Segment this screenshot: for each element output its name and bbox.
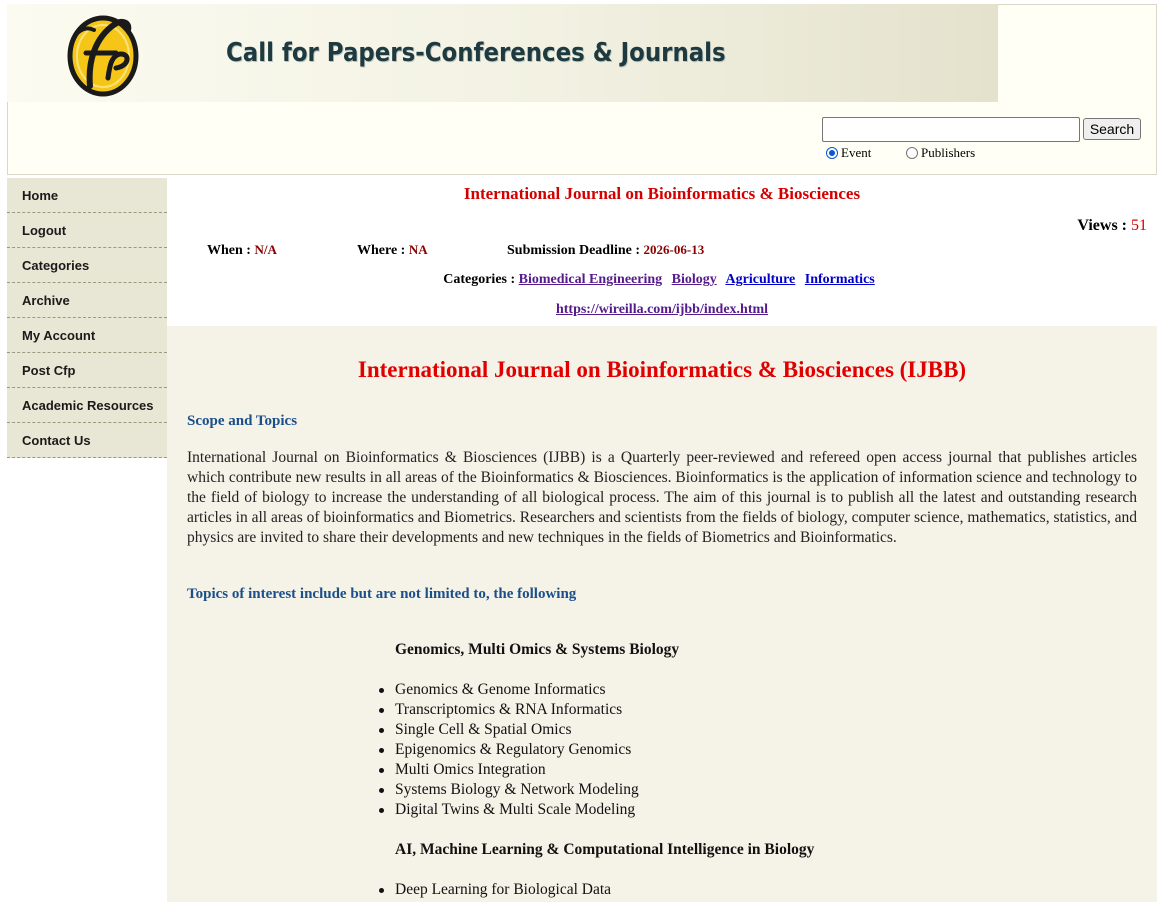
cfp-logo-icon[interactable] (60, 8, 146, 98)
radio-publishers-label: Publishers (921, 145, 976, 160)
views-count: 51 (1131, 217, 1147, 234)
where-label: Where : (357, 243, 406, 258)
search-input[interactable] (822, 117, 1080, 142)
scope-heading: Scope and Topics (187, 413, 298, 429)
topic-group-heading: Genomics, Multi Omics & Systems Biology (395, 641, 680, 658)
topic-group-heading: AI, Machine Learning & Computational Int… (395, 841, 815, 858)
deadline-label: Submission Deadline : (507, 243, 641, 258)
radio-event-label: Event (841, 145, 872, 160)
categories-label: Categories : (443, 272, 516, 287)
list-item: Systems Biology & Network Modeling (379, 781, 639, 798)
sidebar-item-my-account[interactable]: My Account (7, 318, 167, 353)
list-item: Multi Omics Integration (379, 760, 639, 780)
list-item: Genomics & Genome Informatics (379, 680, 639, 700)
sidebar-item-categories[interactable]: Categories (7, 248, 167, 283)
event-title: International Journal on Bioinformatics … (463, 184, 861, 203)
sidebar-item-academic-resources[interactable]: Academic Resources (7, 388, 167, 423)
event-description-panel (167, 326, 1157, 902)
topic-list: Genomics & Genome Informatics Transcript… (379, 680, 639, 820)
list-item: Epigenomics & Regulatory Genomics (379, 740, 639, 760)
category-link-biology[interactable]: Biology (672, 272, 717, 287)
sidebar-item-archive[interactable]: Archive (7, 283, 167, 318)
event-url-row: https://wireilla.com/ijbb/index.html (167, 302, 1157, 318)
event-where: Where : NA (357, 242, 428, 259)
sidebar-nav: Home Logout Categories Archive My Accoun… (7, 178, 167, 458)
sidebar-item-post-cfp[interactable]: Post Cfp (7, 353, 167, 388)
scope-paragraph: International Journal on Bioinformatics … (187, 449, 1137, 546)
views-counter: Views : 51 (1077, 217, 1147, 235)
category-link-agriculture[interactable]: Agriculture (726, 272, 796, 287)
category-link-informatics[interactable]: Informatics (805, 272, 875, 287)
list-item: Single Cell & Spatial Omics (379, 720, 639, 740)
when-value: N/A (254, 242, 277, 257)
list-item: Deep Learning for Biological Data (378, 881, 612, 898)
list-item: Digital Twins & Multi Scale Modeling (379, 800, 639, 820)
event-deadline: Submission Deadline : 2026-06-13 (507, 242, 704, 259)
topics-heading: Topics of interest include but are not l… (187, 586, 577, 602)
radio-publishers-indicator[interactable] (906, 147, 918, 159)
radio-event[interactable]: Event (826, 145, 871, 161)
sidebar-item-contact-us[interactable]: Contact Us (7, 423, 167, 458)
event-url-link[interactable]: https://wireilla.com/ijbb/index.html (556, 302, 768, 317)
radio-event-indicator[interactable] (826, 147, 838, 159)
event-categories: Categories : Biomedical Engineering Biol… (167, 272, 1157, 288)
category-link-biomedical-engineering[interactable]: Biomedical Engineering (519, 272, 663, 287)
event-when: When : N/A (207, 242, 277, 259)
sidebar-item-logout[interactable]: Logout (7, 213, 167, 248)
where-value: NA (408, 242, 428, 257)
site-title: Call for Papers-Conferences & Journals (226, 38, 726, 68)
radio-publishers[interactable]: Publishers (906, 145, 975, 161)
journal-main-title: International Journal on Bioinformatics … (357, 357, 967, 382)
deadline-value: 2026-06-13 (643, 242, 705, 257)
search-button[interactable]: Search (1083, 118, 1141, 140)
when-label: When : (207, 243, 251, 258)
topic-list: Deep Learning for Biological Data (378, 880, 612, 900)
sidebar-item-home[interactable]: Home (7, 178, 167, 213)
list-item: Transcriptomics & RNA Informatics (379, 700, 639, 720)
views-label: Views : (1077, 217, 1127, 234)
